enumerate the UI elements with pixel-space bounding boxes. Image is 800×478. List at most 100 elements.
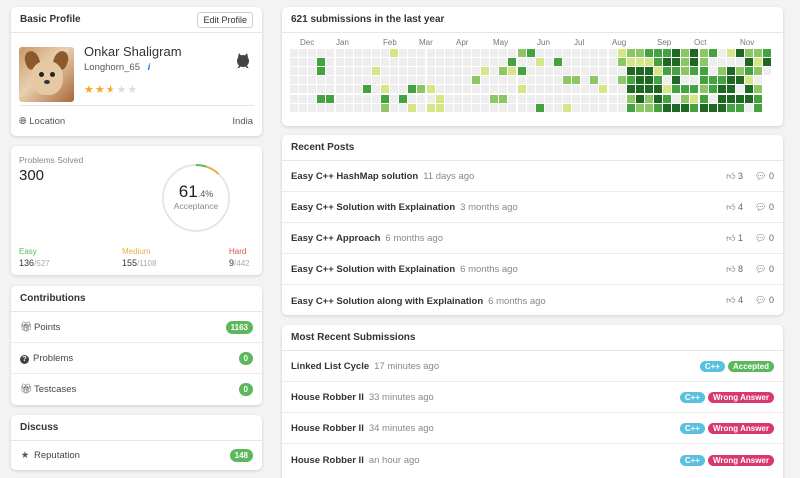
heatmap-cell[interactable] [472,49,480,57]
heatmap-cell[interactable] [590,94,599,103]
heatmap-cell[interactable] [362,103,371,112]
post-title[interactable]: Easy C++ HashMap solution [291,171,418,182]
heatmap-cell[interactable] [608,85,617,94]
heatmap-cell[interactable] [535,85,544,94]
heatmap-cell[interactable] [754,103,763,112]
heatmap-cell[interactable] [435,94,444,103]
heatmap-cell[interactable] [690,76,699,85]
heatmap-cell[interactable] [745,94,753,103]
heatmap-cell[interactable] [526,85,535,94]
heatmap-cell[interactable] [708,58,717,67]
heatmap-cell[interactable] [435,85,444,94]
heatmap-cell[interactable] [344,58,353,67]
heatmap-cell[interactable] [754,58,763,67]
heatmap-cell[interactable] [544,103,553,112]
heatmap-cell[interactable] [417,103,426,112]
heatmap-cell[interactable] [326,85,335,94]
heatmap-cell[interactable] [535,58,544,67]
heatmap-cell[interactable] [335,58,344,67]
heatmap-cell[interactable] [335,67,344,76]
heatmap-cell[interactable] [472,94,480,103]
post-row[interactable]: Easy C++ Approach 6 months ago 👍︎ 1 💬︎ 0 [282,223,783,254]
heatmap-cell[interactable] [435,76,444,85]
heatmap-cell[interactable] [462,85,471,94]
post-title[interactable]: Easy C++ Solution along with Explainatio… [291,296,483,307]
heatmap-cell[interactable] [381,76,389,85]
heatmap-cell[interactable] [390,76,399,85]
heatmap-cell[interactable] [399,103,408,112]
heatmap-cell[interactable] [362,85,371,94]
heatmap-cell[interactable] [426,58,435,67]
heatmap-cell[interactable] [317,85,326,94]
heatmap-cell[interactable] [453,94,462,103]
heatmap-cell[interactable] [344,94,353,103]
heatmap-cell[interactable] [663,49,672,57]
heatmap-cell[interactable] [508,76,517,85]
heatmap-cell[interactable] [708,103,717,112]
heatmap-cell[interactable] [453,58,462,67]
heatmap-cell[interactable] [317,76,326,85]
heatmap-cell[interactable] [726,103,735,112]
heatmap-cell[interactable] [699,94,708,103]
heatmap-cell[interactable] [681,58,690,67]
post-row[interactable]: Easy C++ HashMap solution 11 days ago 👍︎ … [282,161,783,192]
heatmap-cell[interactable] [326,94,335,103]
heatmap-cell[interactable] [472,76,480,85]
heatmap-cell[interactable] [544,76,553,85]
heatmap-cell[interactable] [399,58,408,67]
heatmap-cell[interactable] [308,85,317,94]
heatmap-cell[interactable] [599,103,608,112]
heatmap-cell[interactable] [745,103,753,112]
heatmap-cell[interactable] [444,103,453,112]
heatmap-cell[interactable] [708,76,717,85]
heatmap-cell[interactable] [535,103,544,112]
heatmap-cell[interactable] [526,94,535,103]
heatmap-cell[interactable] [417,85,426,94]
heatmap-cell[interactable] [754,67,763,76]
heatmap-cell[interactable] [745,67,753,76]
heatmap-cell[interactable] [453,85,462,94]
heatmap-cell[interactable] [353,94,362,103]
heatmap-cell[interactable] [654,76,662,85]
heatmap-cell[interactable] [572,67,581,76]
heatmap-cell[interactable] [726,58,735,67]
heatmap-cell[interactable] [699,103,708,112]
heatmap-cell[interactable] [699,85,708,94]
heatmap-cell[interactable] [326,76,335,85]
heatmap-cell[interactable] [590,85,599,94]
heatmap-cell[interactable] [426,85,435,94]
heatmap-cell[interactable] [717,103,726,112]
heatmap-cell[interactable] [462,94,471,103]
heatmap-cell[interactable] [481,49,490,57]
heatmap-cell[interactable] [553,76,562,85]
heatmap-cell[interactable] [399,94,408,103]
heatmap-cell[interactable] [544,58,553,67]
heatmap-cell[interactable] [353,49,362,57]
heatmap-cell[interactable] [362,67,371,76]
heatmap-cell[interactable] [435,103,444,112]
heatmap-cell[interactable] [563,49,571,57]
heatmap-cell[interactable] [426,94,435,103]
heatmap-cell[interactable] [290,103,298,112]
heatmap-cell[interactable] [572,76,581,85]
heatmap-cell[interactable] [644,67,653,76]
heatmap-cell[interactable] [544,94,553,103]
heatmap-cell[interactable] [399,49,408,57]
heatmap-cell[interactable] [717,58,726,67]
submission-title[interactable]: House Robber II [291,423,364,434]
heatmap-cell[interactable] [590,103,599,112]
heatmap-cell[interactable] [608,76,617,85]
heatmap-cell[interactable] [499,85,508,94]
heatmap-cell[interactable] [408,58,417,67]
heatmap-cell[interactable] [508,67,517,76]
heatmap-cell[interactable] [344,103,353,112]
heatmap-cell[interactable] [308,76,317,85]
heatmap-cell[interactable] [417,58,426,67]
heatmap-cell[interactable] [308,67,317,76]
heatmap-cell[interactable] [553,94,562,103]
heatmap-cell[interactable] [481,58,490,67]
heatmap-cell[interactable] [390,85,399,94]
heatmap-cell[interactable] [553,67,562,76]
heatmap-cell[interactable] [599,76,608,85]
heatmap-cell[interactable] [499,103,508,112]
